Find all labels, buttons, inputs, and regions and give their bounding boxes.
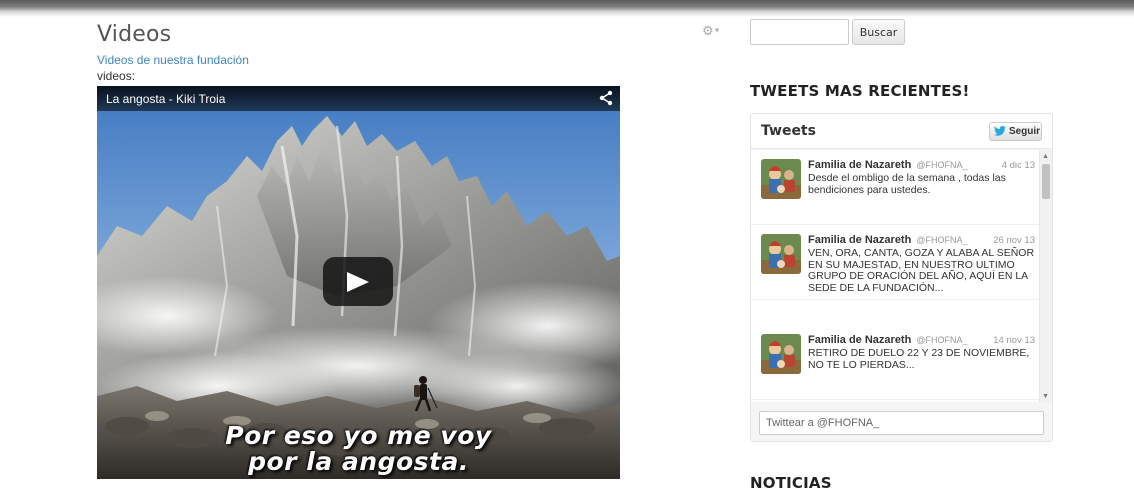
scrollbar-thumb[interactable]: [1042, 164, 1050, 199]
scroll-down-icon[interactable]: ▼: [1042, 393, 1049, 400]
recent-tweets-heading: TWEETS MAS RECIENTES!: [750, 82, 970, 100]
twitter-widget-header: Tweets Seguir: [751, 114, 1052, 149]
tweet-list-scrollbar[interactable]: ▲ ▼: [1039, 150, 1052, 402]
tweet-author-handle: @FHOFNA_: [916, 235, 968, 245]
tweet-author-handle: @FHOFNA_: [916, 160, 968, 170]
play-button[interactable]: [323, 257, 393, 306]
follow-button[interactable]: Seguir: [989, 122, 1042, 141]
tweet-author[interactable]: Familia de Nazareth @FHOFNA_: [808, 159, 968, 171]
youtube-video-player[interactable]: La angosta - Kiki Troia Por eso yo me vo…: [97, 86, 620, 479]
tweet-author-name: Familia de Nazareth: [808, 159, 912, 171]
author-avatar[interactable]: [761, 159, 801, 199]
tweet-author[interactable]: Familia de Nazareth @FHOFNA_: [808, 234, 968, 246]
author-avatar[interactable]: [761, 234, 801, 274]
tweet-date[interactable]: 14 nov 13: [993, 335, 1035, 346]
videos-field-label: videos:: [97, 69, 136, 83]
video-title[interactable]: La angosta - Kiki Troia: [106, 92, 225, 106]
tweet-list[interactable]: Familia de Nazareth @FHOFNA_ 4 dic 13 De…: [751, 150, 1039, 402]
video-caption-line-1: Por eso yo me voy: [225, 421, 492, 450]
twitter-bird-icon: [994, 126, 1006, 136]
top-bar-shadow: [0, 11, 1134, 17]
video-caption-line-2: por la angosta.: [248, 447, 469, 476]
browser-top-bar: [0, 0, 1134, 11]
tweet-date[interactable]: 26 nov 13: [993, 235, 1035, 246]
tweet-text: VEN, ORA, CANTA, GOZA Y ALABA AL SEÑOR E…: [808, 247, 1035, 294]
scroll-up-icon[interactable]: ▲: [1042, 153, 1049, 160]
tweet-author-handle: @FHOFNA_: [916, 335, 968, 345]
play-icon: [347, 272, 369, 292]
author-avatar[interactable]: [761, 334, 801, 374]
tweet-author-name: Familia de Nazareth: [808, 234, 912, 246]
tweet-item[interactable]: Familia de Nazareth @FHOFNA_ 14 nov 13 R…: [751, 325, 1039, 400]
twitter-timeline-widget: Tweets Seguir Familia de Nazareth @FHOFN: [750, 113, 1053, 442]
search-button[interactable]: Buscar: [852, 19, 905, 45]
tweet-text: Desde el ombligo de la semana , todas la…: [808, 172, 1006, 196]
tweet-item[interactable]: Familia de Nazareth @FHOFNA_ 4 dic 13 De…: [751, 150, 1039, 225]
tweet-compose-input[interactable]: Twittear a @FHOFNA_: [759, 411, 1044, 435]
search-input[interactable]: [750, 19, 849, 45]
tweet-author[interactable]: Familia de Nazareth @FHOFNA_: [808, 334, 968, 346]
page-title: Videos: [97, 22, 172, 47]
tweet-text: RETIRO DE DUELO 22 Y 23 DE NOVIEMBRE, NO…: [808, 347, 1030, 371]
gear-icon: ⚙: [702, 23, 714, 38]
tweet-author-name: Familia de Nazareth: [808, 334, 912, 346]
chevron-down-icon: ▼: [713, 27, 721, 35]
videos-foundation-link[interactable]: Videos de nuestra fundación: [97, 53, 249, 67]
follow-button-label: Seguir: [1008, 126, 1041, 137]
tweet-date[interactable]: 4 dic 13: [1002, 160, 1035, 171]
video-title-bar: La angosta - Kiki Troia: [97, 86, 620, 111]
tweet-item[interactable]: Familia de Nazareth @FHOFNA_ 26 nov 13 V…: [751, 225, 1039, 300]
news-heading: NOTICIAS: [750, 474, 832, 489]
twitter-widget-title[interactable]: Tweets: [761, 123, 816, 139]
share-icon[interactable]: [598, 90, 614, 106]
gear-menu-button[interactable]: ⚙▼: [702, 24, 722, 38]
